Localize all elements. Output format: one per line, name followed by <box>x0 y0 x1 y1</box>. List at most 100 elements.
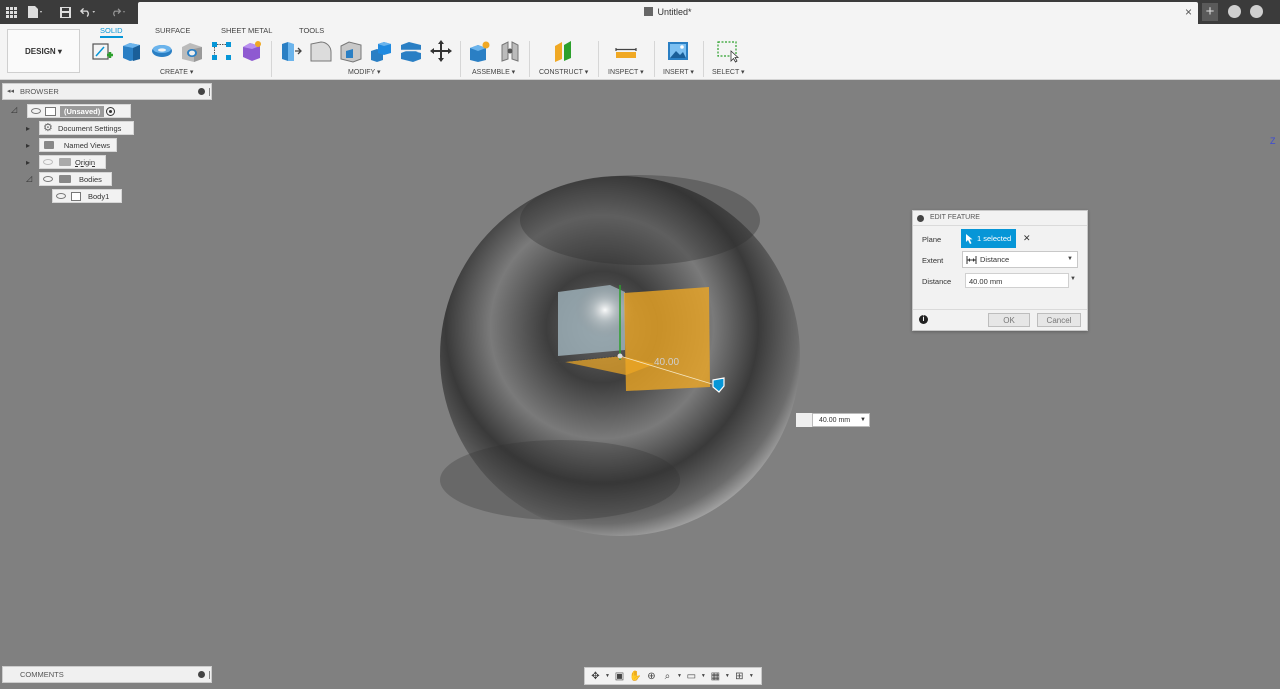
revolve-icon[interactable] <box>150 39 174 63</box>
browser-root-node[interactable]: (Unsaved) <box>27 104 131 118</box>
pattern-icon[interactable] <box>210 39 234 63</box>
chevron-down-icon[interactable]: ▼ <box>605 673 610 679</box>
collapse-arrow-icon[interactable]: ◿ <box>26 174 32 183</box>
chevron-down-icon[interactable]: ▼ <box>677 673 682 679</box>
redo-icon[interactable] <box>110 4 126 20</box>
visibility-eye-icon[interactable] <box>31 108 41 114</box>
viewcube-axis-label: Z <box>1270 136 1276 146</box>
pin-icon[interactable] <box>198 671 205 678</box>
expand-arrow-icon[interactable]: ▸ <box>26 158 30 167</box>
expand-arrow-icon[interactable]: ▸ <box>26 141 30 150</box>
grid-icon[interactable]: ▦ <box>709 671 722 682</box>
modify-menu[interactable]: MODIFY ▾ <box>348 68 381 76</box>
orbit-icon[interactable]: ✥ <box>589 671 602 682</box>
visibility-eye-icon[interactable] <box>43 176 53 182</box>
browser-item-bodies[interactable]: Bodies <box>39 172 112 186</box>
resize-handle[interactable] <box>209 88 210 96</box>
hole-icon[interactable] <box>180 39 204 63</box>
toolbar: DESIGN ▾ SOLID SURFACE SHEET METAL TOOLS… <box>0 24 1280 80</box>
distance-label: Distance <box>922 277 952 286</box>
ok-button[interactable]: OK <box>988 313 1030 327</box>
zoom-icon[interactable]: ⊕ <box>645 671 658 682</box>
distance-field[interactable]: 40.00 mm <box>965 273 1069 288</box>
shell-icon[interactable] <box>339 39 363 63</box>
distance-input[interactable]: 40.00 mm ▼ <box>812 413 870 427</box>
split-body-icon[interactable] <box>399 39 423 63</box>
browser-item-body1[interactable]: Body1 <box>52 189 122 203</box>
pan-icon[interactable]: ✋ <box>629 671 642 682</box>
extensions-icon[interactable] <box>1228 5 1241 18</box>
extrude-icon[interactable] <box>120 39 144 63</box>
plane-selection-button[interactable]: 1 selected <box>961 229 1016 248</box>
new-tab-button[interactable]: + <box>1202 3 1218 21</box>
visibility-eye-icon[interactable] <box>56 193 66 199</box>
create-menu[interactable]: CREATE ▾ <box>160 68 193 76</box>
dialog-collapse-icon[interactable] <box>917 215 924 222</box>
close-tab-button[interactable]: × <box>1185 5 1192 19</box>
look-at-icon[interactable]: ▣ <box>613 671 626 682</box>
collapse-icon[interactable]: ◂◂ <box>7 87 14 95</box>
expand-arrow-icon[interactable]: ▸ <box>26 124 30 133</box>
viewports-icon[interactable]: ⊞ <box>733 671 746 682</box>
create-sketch-icon[interactable] <box>91 39 115 63</box>
plane-label: Plane <box>922 235 942 244</box>
offset-plane[interactable] <box>624 287 710 391</box>
workspace-switcher[interactable]: DESIGN ▾ <box>7 29 80 73</box>
new-component-icon[interactable] <box>468 39 492 63</box>
activate-radio-icon[interactable] <box>106 106 116 116</box>
chevron-down-icon[interactable]: ▼ <box>1067 256 1073 262</box>
fit-icon[interactable]: ⌕ <box>661 671 674 682</box>
select-menu[interactable]: SELECT ▾ <box>712 68 745 76</box>
chevron-down-icon[interactable]: ▼ <box>860 417 866 423</box>
create-form-icon[interactable] <box>240 39 264 63</box>
comments-panel-header[interactable]: COMMENTS <box>2 666 212 683</box>
inspect-menu[interactable]: INSPECT ▾ <box>608 68 644 76</box>
chevron-down-icon[interactable]: ▼ <box>1070 276 1076 282</box>
file-menu-icon[interactable] <box>27 4 43 20</box>
insert-canvas-icon[interactable] <box>666 39 690 63</box>
tab-tools[interactable]: TOOLS <box>299 26 324 35</box>
insert-menu[interactable]: INSERT ▾ <box>663 68 694 76</box>
combine-icon[interactable] <box>369 39 393 63</box>
browser-panel-header[interactable]: ◂◂ BROWSER <box>2 83 212 100</box>
expand-arrow-icon[interactable]: ◿ <box>11 105 17 114</box>
offset-plane-icon[interactable] <box>552 39 576 63</box>
chevron-down-icon[interactable]: ▼ <box>749 673 754 679</box>
cancel-button[interactable]: Cancel <box>1037 313 1081 327</box>
undo-icon[interactable] <box>80 4 96 20</box>
construct-menu[interactable]: CONSTRUCT ▾ <box>539 68 588 76</box>
folder-icon <box>44 141 54 149</box>
assemble-menu[interactable]: ASSEMBLE ▾ <box>472 68 515 76</box>
joint-icon[interactable] <box>498 39 522 63</box>
measure-icon[interactable] <box>614 39 638 63</box>
browser-item-named-views[interactable]: Named Views <box>39 138 117 152</box>
clear-selection-button[interactable]: ✕ <box>1023 233 1031 244</box>
resize-handle[interactable] <box>209 671 210 679</box>
browser-item-origin[interactable]: Origin <box>39 155 106 169</box>
fillet-icon[interactable] <box>309 39 333 63</box>
viewport-canvas[interactable]: 40.00 <box>0 80 1280 666</box>
extent-select[interactable]: Distance ▼ <box>962 251 1078 268</box>
tab-surface[interactable]: SURFACE <box>155 26 190 35</box>
save-icon[interactable] <box>57 4 73 20</box>
hidden-eye-icon[interactable] <box>43 159 53 165</box>
job-status-icon[interactable] <box>1250 5 1263 18</box>
tab-sheet-metal[interactable]: SHEET METAL <box>221 26 272 35</box>
press-pull-icon[interactable] <box>279 39 303 63</box>
comments-title: COMMENTS <box>20 670 64 679</box>
window-select-icon[interactable] <box>716 39 740 63</box>
app-grid-icon[interactable] <box>3 4 19 20</box>
toolbar-divider <box>598 41 599 77</box>
pin-icon[interactable] <box>198 88 205 95</box>
document-tab[interactable]: Untitled* × <box>138 2 1198 24</box>
info-icon[interactable]: i <box>919 315 928 324</box>
browser-item-document-settings[interactable]: ⚙ Document Settings <box>39 121 134 135</box>
tab-solid[interactable]: SOLID <box>100 26 123 38</box>
folder-icon <box>59 175 71 183</box>
move-copy-icon[interactable] <box>429 39 453 63</box>
chevron-down-icon[interactable]: ▼ <box>725 673 730 679</box>
chevron-down-icon[interactable]: ▼ <box>701 673 706 679</box>
body-icon <box>71 191 81 201</box>
display-settings-icon[interactable]: ▭ <box>685 671 698 682</box>
dialog-header[interactable]: EDIT FEATURE <box>913 211 1087 226</box>
